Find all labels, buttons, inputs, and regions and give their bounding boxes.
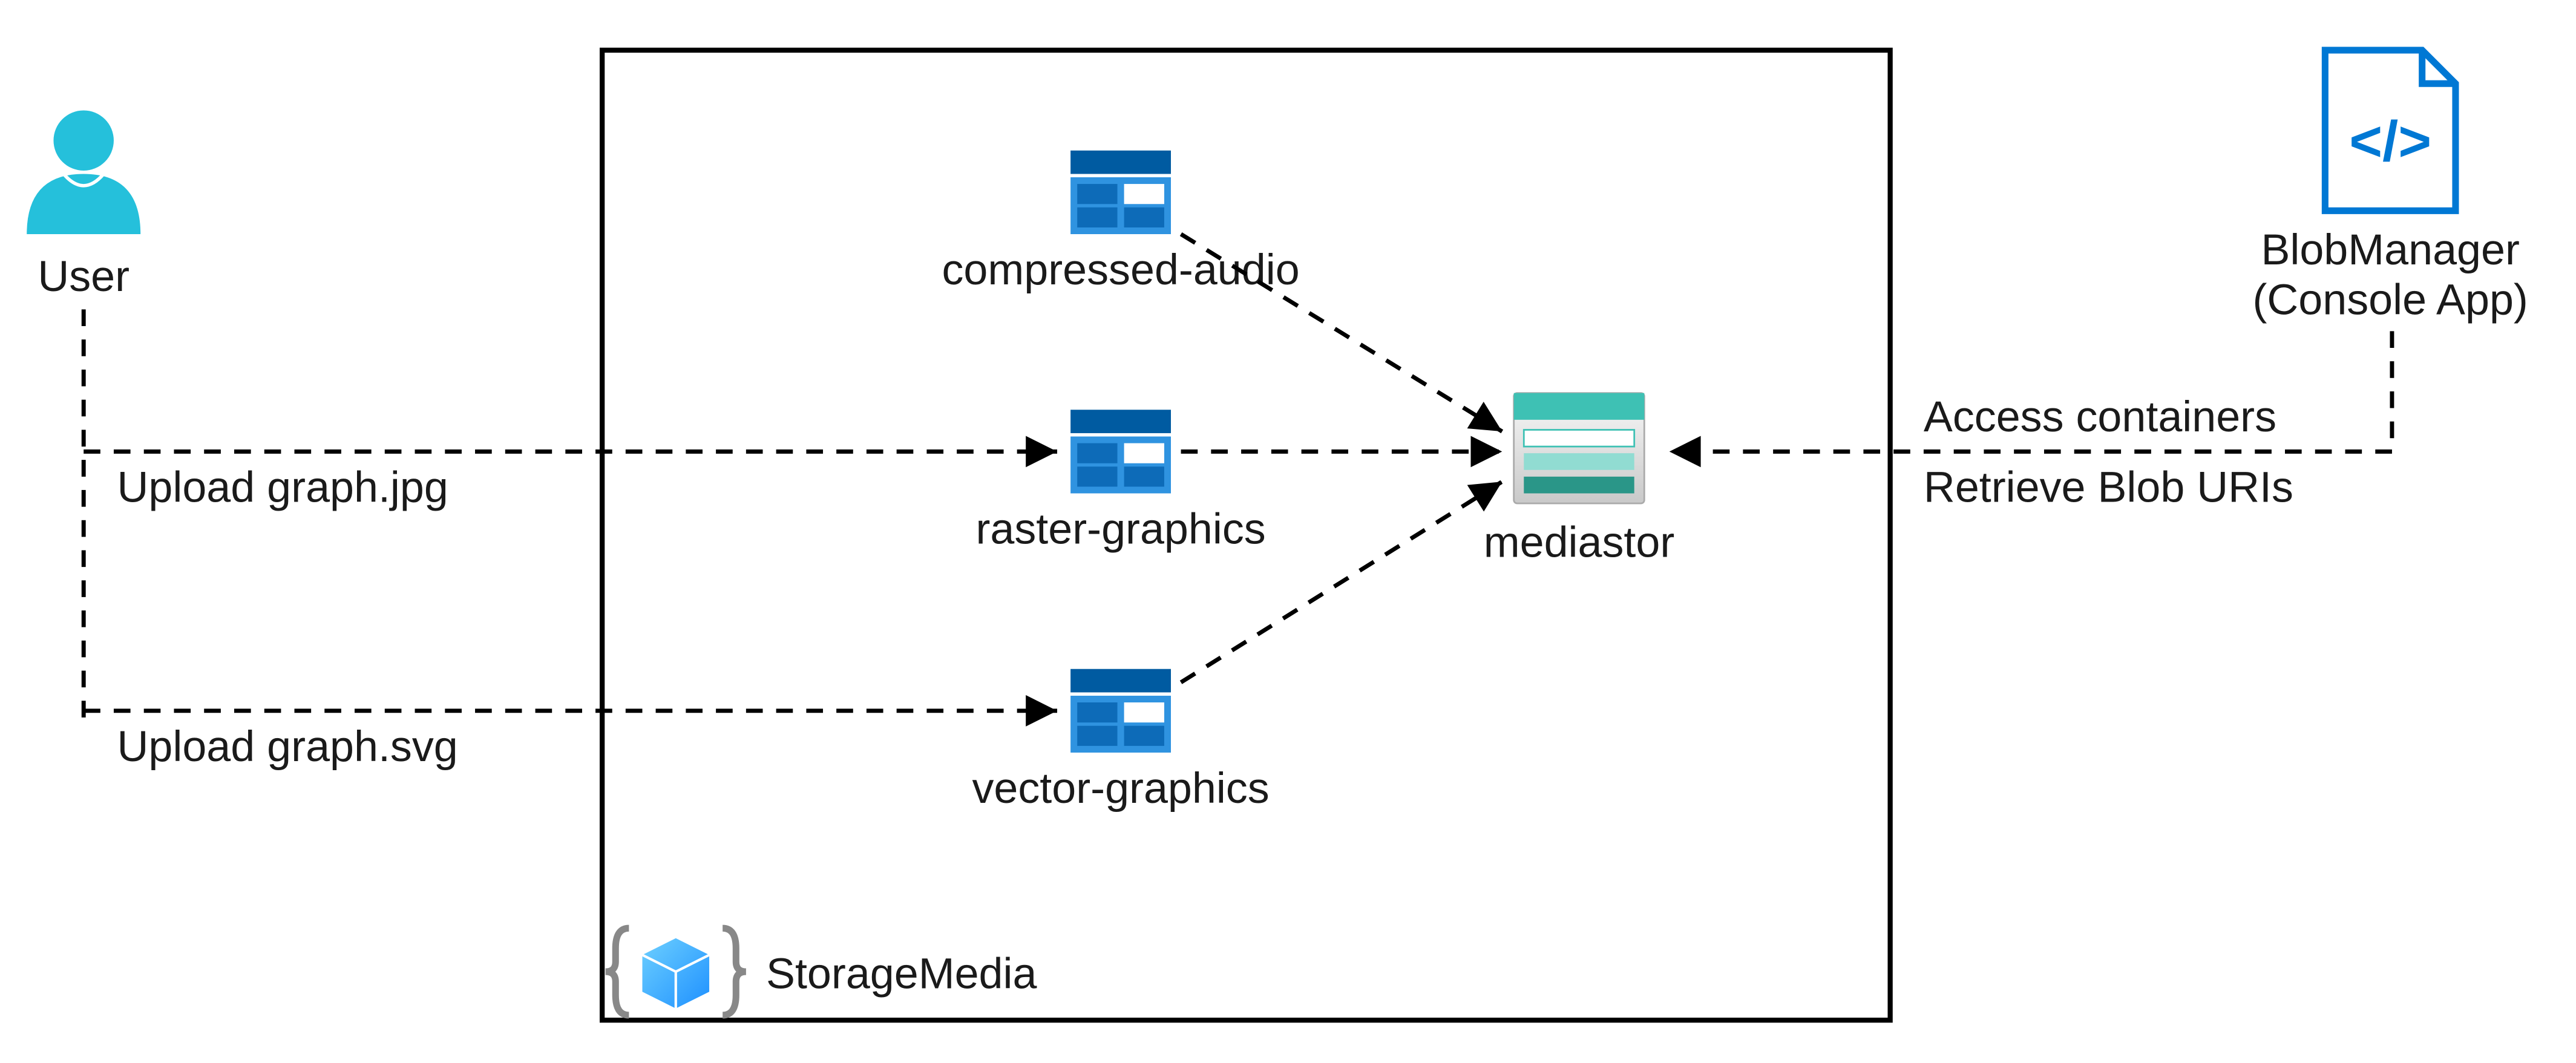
container-icon <box>1070 669 1171 753</box>
app-label-line1: BlobManager <box>2261 226 2519 274</box>
app-node: </> BlobManager (Console App) <box>2252 50 2528 324</box>
edge-label-retrieve: Retrieve Blob URIs <box>1924 463 2293 511</box>
user-icon <box>27 110 140 234</box>
app-label-line2: (Console App) <box>2252 276 2528 324</box>
container-label: vector-graphics <box>972 764 1269 813</box>
container-vector-graphics: vector-graphics <box>972 669 1269 813</box>
container-label: compressed-audio <box>942 246 1299 294</box>
edge-compressed-to-storage <box>1181 234 1503 431</box>
container-icon <box>1070 410 1171 493</box>
edge-label-upload-svg: Upload graph.svg <box>117 722 458 771</box>
resource-group-label: StorageMedia <box>766 950 1037 998</box>
edge-label-access: Access containers <box>1924 393 2276 441</box>
storage-account-node: mediastor <box>1484 393 1675 567</box>
resource-group-icon <box>606 928 746 1015</box>
code-file-icon: </> <box>2325 50 2456 211</box>
storage-account-label: mediastor <box>1484 518 1675 567</box>
storage-account-icon <box>1514 393 1645 503</box>
edge-label-upload-jpg: Upload graph.jpg <box>117 463 448 511</box>
container-label: raster-graphics <box>975 505 1265 553</box>
architecture-diagram: User StorageMedia compressed-audio <box>0 0 2576 1054</box>
user-label: User <box>38 252 129 301</box>
resource-group-label-group: StorageMedia <box>606 928 1037 1015</box>
svg-text:</>: </> <box>2349 109 2431 172</box>
user-node: User <box>27 110 140 301</box>
container-icon <box>1070 151 1171 234</box>
container-raster-graphics: raster-graphics <box>975 410 1265 553</box>
